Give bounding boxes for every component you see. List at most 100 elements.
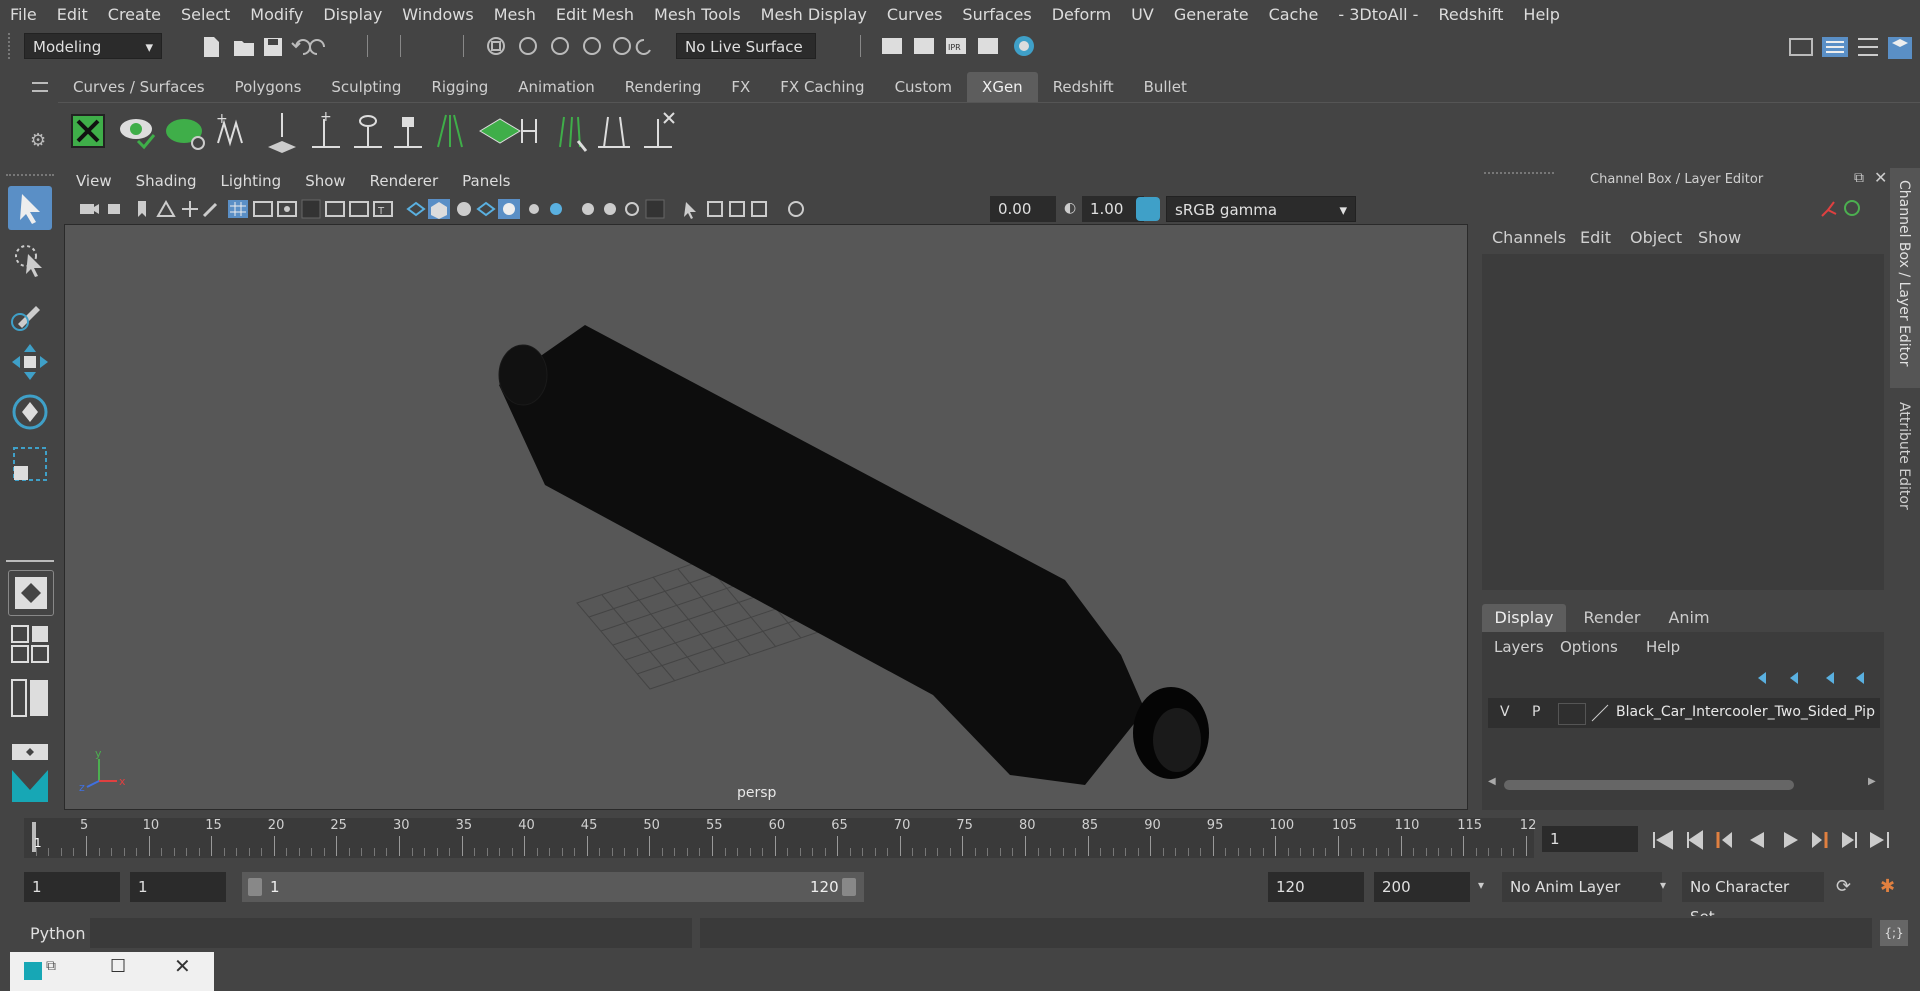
command-language-label[interactable]: Python bbox=[30, 924, 85, 943]
help-menu[interactable]: Help bbox=[1646, 638, 1680, 656]
xgen-place-icon[interactable] bbox=[268, 113, 296, 153]
wireframe-on-shaded-icon[interactable] bbox=[476, 201, 496, 217]
menu-item-select[interactable]: Select bbox=[171, 5, 240, 24]
xgen-delete-guide-icon[interactable] bbox=[644, 112, 675, 148]
shelf-settings-icon[interactable]: ⚙ bbox=[30, 130, 48, 151]
side-tab-channel-box[interactable]: Channel Box / Layer Editor bbox=[1890, 168, 1920, 388]
step-back-frame-icon[interactable] bbox=[1716, 832, 1732, 848]
auto-key-icon[interactable]: ⟳ bbox=[1836, 876, 1860, 900]
camera-attributes-icon[interactable] bbox=[108, 204, 120, 214]
tab-fx-caching[interactable]: FX Caching bbox=[765, 72, 879, 102]
color-management-icon[interactable] bbox=[1136, 197, 1160, 221]
shelf-menu-icon[interactable] bbox=[32, 80, 48, 94]
play-forward-icon[interactable] bbox=[1784, 832, 1798, 848]
menu-item-windows[interactable]: Windows bbox=[392, 5, 483, 24]
bookmark-icon[interactable] bbox=[138, 201, 146, 217]
tab-custom[interactable]: Custom bbox=[880, 72, 967, 102]
channel-list[interactable] bbox=[1482, 254, 1884, 590]
xgen-clear-icon[interactable] bbox=[166, 119, 205, 150]
motion-blur-icon[interactable] bbox=[604, 203, 616, 215]
layer-type-toggle[interactable] bbox=[1558, 703, 1586, 725]
playback-start-field[interactable]: 1 bbox=[130, 872, 226, 902]
outliner-layout-icon[interactable] bbox=[8, 676, 52, 720]
tab-display[interactable]: Display bbox=[1482, 604, 1566, 632]
viewport-menu-view[interactable]: View bbox=[64, 172, 124, 190]
hypershade-icon[interactable] bbox=[1014, 36, 1034, 56]
render-view-icon[interactable] bbox=[882, 38, 902, 54]
viewport-menu-panels[interactable]: Panels bbox=[450, 172, 522, 190]
tab-sculpting[interactable]: Sculpting bbox=[316, 72, 416, 102]
shadows-icon[interactable] bbox=[550, 203, 562, 215]
tab-anim[interactable]: Anim bbox=[1654, 604, 1724, 632]
go-to-end-icon[interactable] bbox=[1870, 832, 1889, 848]
xgen-lock-guide-icon[interactable] bbox=[394, 117, 422, 148]
lights-icon[interactable] bbox=[529, 204, 539, 214]
scroll-right-icon[interactable]: ▶ bbox=[1868, 776, 1876, 787]
menu-item-deform[interactable]: Deform bbox=[1042, 5, 1121, 24]
new-scene-icon[interactable] bbox=[204, 37, 219, 57]
character-set-dropdown[interactable]: No Character Set bbox=[1682, 872, 1824, 926]
menu-item-cache[interactable]: Cache bbox=[1259, 5, 1329, 24]
field-chart-icon[interactable] bbox=[325, 201, 345, 217]
color-space-dropdown[interactable]: sRGB gamma ▾ bbox=[1166, 196, 1356, 222]
tool-settings-toggle-icon[interactable] bbox=[1888, 37, 1912, 59]
redo-icon[interactable] bbox=[309, 39, 325, 55]
menu-item-surfaces[interactable]: Surfaces bbox=[952, 5, 1041, 24]
single-perspective-layout-icon[interactable] bbox=[8, 570, 54, 616]
close-icon[interactable]: ✕ bbox=[1874, 168, 1887, 187]
xray-active-icon[interactable] bbox=[729, 201, 745, 217]
anim-layer-dropdown[interactable]: No Anim Layer bbox=[1502, 872, 1662, 902]
lasso-tool-icon[interactable] bbox=[8, 238, 52, 282]
menu-item-mesh-display[interactable]: Mesh Display bbox=[751, 5, 877, 24]
menu-item-edit-mesh[interactable]: Edit Mesh bbox=[546, 5, 644, 24]
undo-icon[interactable] bbox=[291, 39, 311, 55]
menu-item-help[interactable]: Help bbox=[1513, 5, 1569, 24]
go-to-start-icon[interactable] bbox=[1653, 830, 1673, 850]
film-gate-icon[interactable] bbox=[253, 201, 273, 217]
object-menu[interactable]: Object bbox=[1630, 228, 1682, 247]
menu-item-redshift[interactable]: Redshift bbox=[1428, 5, 1513, 24]
grip-handle[interactable] bbox=[8, 33, 12, 59]
gamma-icon[interactable]: ◐ bbox=[1064, 200, 1080, 216]
snap-view-icon[interactable] bbox=[583, 37, 601, 55]
side-tab-attribute-editor[interactable]: Attribute Editor bbox=[1890, 390, 1920, 540]
menu-item-mesh-tools[interactable]: Mesh Tools bbox=[644, 5, 751, 24]
move-layer-up-icon[interactable] bbox=[1758, 672, 1766, 684]
attribute-editor-toggle-icon[interactable] bbox=[1858, 38, 1878, 56]
menu-item-generate[interactable]: Generate bbox=[1164, 5, 1259, 24]
image-plane-icon[interactable] bbox=[156, 199, 176, 217]
channels-menu[interactable]: Channels bbox=[1492, 228, 1566, 247]
menu-item-display[interactable]: Display bbox=[313, 5, 392, 24]
viewport-menu-show[interactable]: Show bbox=[293, 172, 357, 190]
menu-item-curves[interactable]: Curves bbox=[877, 5, 953, 24]
new-layer-icon[interactable] bbox=[1826, 672, 1834, 684]
range-slider[interactable]: 1 120 bbox=[242, 872, 864, 902]
snap-curve-icon[interactable] bbox=[519, 37, 537, 55]
layer-playback-toggle[interactable]: P bbox=[1532, 704, 1540, 720]
chevron-down-icon[interactable]: ▾ bbox=[1660, 878, 1666, 892]
tab-polygons[interactable]: Polygons bbox=[220, 72, 317, 102]
tab-xgen[interactable]: XGen bbox=[967, 72, 1038, 102]
range-start-handle[interactable] bbox=[248, 878, 262, 896]
current-frame-field[interactable]: 1 bbox=[1542, 826, 1638, 852]
grid-toggle-icon[interactable] bbox=[228, 200, 248, 218]
viewport-menu-renderer[interactable]: Renderer bbox=[358, 172, 450, 190]
xray-icon[interactable] bbox=[498, 199, 520, 219]
chevron-down-icon[interactable]: ▾ bbox=[1478, 878, 1484, 892]
camera-icon[interactable] bbox=[80, 204, 99, 214]
xgen-bend-icon[interactable] bbox=[521, 119, 537, 143]
ipr-render-icon[interactable]: IPR bbox=[946, 38, 966, 54]
menu-item-edit[interactable]: Edit bbox=[47, 5, 98, 24]
open-scene-icon[interactable] bbox=[234, 41, 254, 56]
snap-grid-icon[interactable] bbox=[487, 37, 505, 55]
layer-visibility-toggle[interactable]: V bbox=[1500, 704, 1510, 720]
layer-name[interactable]: Black_Car_Intercooler_Two_Sided_Pip bbox=[1616, 704, 1875, 720]
tab-curves-surfaces[interactable]: Curves / Surfaces bbox=[58, 72, 220, 102]
step-forward-frame-icon[interactable] bbox=[1812, 832, 1828, 848]
horizontal-scrollbar[interactable]: ◀ ▶ bbox=[1488, 776, 1880, 792]
exposure-field[interactable]: 0.00 bbox=[990, 196, 1056, 222]
depth-of-field-icon[interactable] bbox=[645, 199, 665, 219]
safe-title-icon[interactable]: T bbox=[373, 201, 393, 217]
move-layer-down-icon[interactable] bbox=[1790, 672, 1798, 684]
workspace-icon[interactable] bbox=[1789, 38, 1813, 56]
